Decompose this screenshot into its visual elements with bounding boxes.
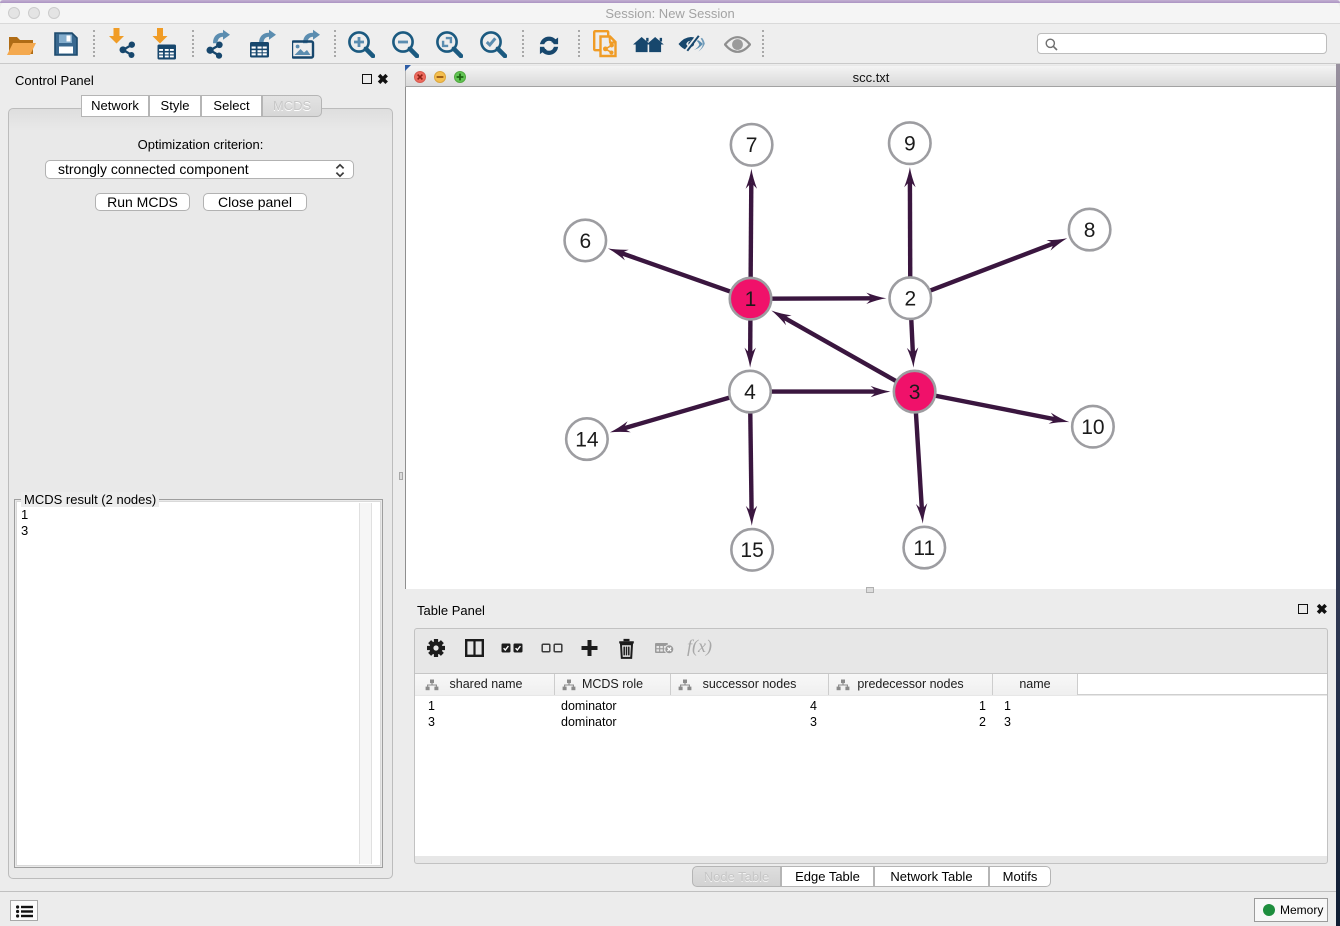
svg-text:11: 11 <box>913 537 935 560</box>
svg-text:15: 15 <box>740 539 763 562</box>
svg-text:1: 1 <box>745 288 757 311</box>
svg-text:10: 10 <box>1081 416 1104 439</box>
svg-text:6: 6 <box>579 230 591 253</box>
svg-text:2: 2 <box>904 288 916 311</box>
svg-text:4: 4 <box>744 381 756 404</box>
svg-text:7: 7 <box>746 134 758 157</box>
svg-text:14: 14 <box>575 429 599 452</box>
svg-text:3: 3 <box>909 381 921 404</box>
svg-text:9: 9 <box>904 133 916 156</box>
svg-text:8: 8 <box>1084 219 1096 242</box>
